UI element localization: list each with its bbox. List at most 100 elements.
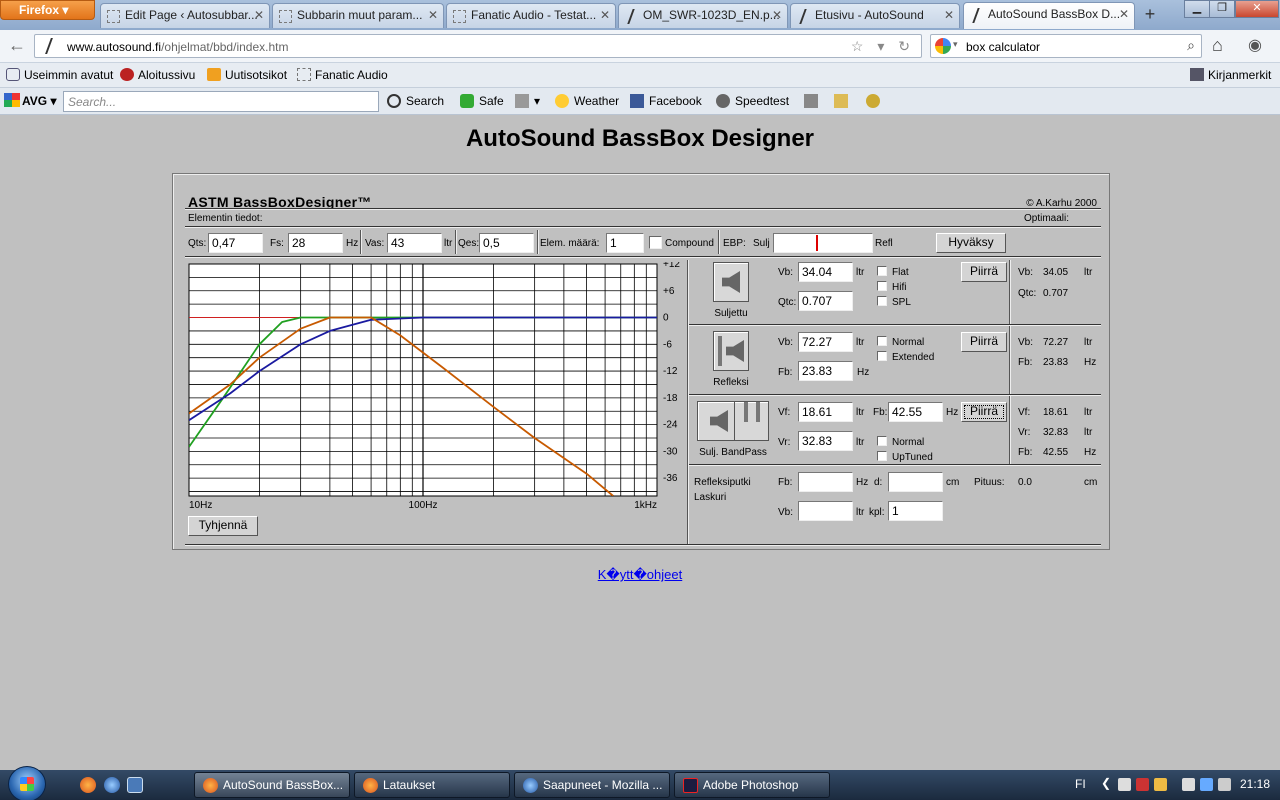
calculator-icon[interactable]: [804, 94, 823, 108]
compound-checkbox[interactable]: [649, 236, 662, 249]
google-icon[interactable]: [935, 38, 951, 54]
close-icon[interactable]: ✕: [772, 8, 782, 22]
close-icon[interactable]: ✕: [254, 8, 264, 22]
close-icon[interactable]: ✕: [428, 8, 438, 22]
avg-safe-button[interactable]: Safe: [460, 94, 504, 108]
home-icon[interactable]: ⌂: [1212, 35, 1223, 56]
bookmark-aloitussivu[interactable]: Aloitussivu: [120, 68, 195, 82]
flat-label: Flat: [892, 267, 909, 278]
avg-logo[interactable]: AVG ▾: [4, 93, 56, 108]
reflex-vb-input[interactable]: 72.27: [798, 332, 853, 352]
tab-subbarin[interactable]: Subbarin muut param... ✕: [272, 3, 444, 28]
spl-checkbox[interactable]: [877, 296, 887, 306]
tab-fanatic-audio[interactable]: Fanatic Audio - Testat... ✕: [446, 3, 616, 28]
show-desktop-icon[interactable]: [127, 777, 143, 793]
network-icon[interactable]: [1154, 778, 1167, 791]
avg-search-button[interactable]: Search: [387, 94, 444, 108]
hifi-checkbox[interactable]: [877, 281, 887, 291]
weather-button[interactable]: Weather: [555, 94, 619, 108]
tab-edit-page[interactable]: Edit Page ‹ Autosubbar... ✕: [100, 3, 270, 28]
site-identity-icon[interactable]: [41, 38, 57, 54]
maximize-button[interactable]: ❐: [1209, 0, 1235, 18]
tray-app-icon[interactable]: [1182, 778, 1195, 791]
bandpass-vf-unit: ltr: [856, 407, 865, 418]
task-photoshop[interactable]: Adobe Photoshop: [674, 772, 830, 798]
task-autosound[interactable]: AutoSound BassBox...: [194, 772, 350, 798]
monitor-icon[interactable]: [1200, 778, 1213, 791]
thunderbird-icon[interactable]: [104, 777, 120, 793]
url-text[interactable]: www.autosound.fi/ohjelmat/bbd/index.htm: [67, 40, 288, 54]
back-arrow-icon[interactable]: ←: [4, 34, 30, 58]
draw-reflex-button[interactable]: Piirrä: [961, 332, 1007, 352]
closed-vb-input[interactable]: 34.04: [798, 262, 853, 282]
clock[interactable]: 21:18: [1240, 777, 1270, 791]
task-lataukset[interactable]: Lataukset: [354, 772, 510, 798]
bandpass-vr-input[interactable]: 32.83: [798, 431, 853, 451]
bookmarks-menu[interactable]: Kirjanmerkit: [1190, 68, 1271, 82]
bandpass-normal-checkbox[interactable]: [877, 436, 887, 446]
chevron-down-icon[interactable]: ▾: [953, 39, 958, 50]
accept-button[interactable]: Hyväksy: [936, 233, 1006, 253]
tray-expand-icon[interactable]: ❮: [1101, 776, 1111, 790]
firefox-icon[interactable]: [80, 777, 96, 793]
tray-app-icon[interactable]: [1118, 778, 1131, 791]
draw-closed-button[interactable]: Piirrä: [961, 262, 1007, 282]
tray-app-icon[interactable]: [1136, 778, 1149, 791]
qes-label: Qes:: [458, 238, 480, 249]
tab-bassbox-active[interactable]: AutoSound BassBox D... ✕: [963, 2, 1135, 29]
language-indicator[interactable]: FI: [1075, 777, 1086, 791]
flat-checkbox[interactable]: [877, 266, 887, 276]
bandpass-vf-input[interactable]: 18.61: [798, 402, 853, 422]
qes-input[interactable]: 0,5: [479, 233, 534, 253]
search-bar[interactable]: ▾ box calculator ⌕: [930, 34, 1202, 58]
closed-qtc-input[interactable]: 0.707: [798, 291, 853, 311]
trash-button[interactable]: ▾: [515, 94, 540, 108]
notepad-icon[interactable]: [834, 94, 853, 108]
addon-icon[interactable]: ◉: [1248, 35, 1262, 55]
speedtest-button[interactable]: Speedtest: [716, 94, 789, 108]
bookmark-uutisotsikot[interactable]: Uutisotsikot: [207, 68, 287, 82]
fs-input[interactable]: 28: [288, 233, 343, 253]
tab-pdf[interactable]: OM_SWR-1023D_EN.p... ✕: [618, 3, 788, 28]
photoshop-icon: [683, 778, 698, 793]
reflex-normal-checkbox[interactable]: [877, 336, 887, 346]
close-icon[interactable]: ✕: [944, 8, 954, 22]
uptuned-checkbox[interactable]: [877, 451, 887, 461]
start-button[interactable]: [8, 766, 46, 800]
port-count-input[interactable]: 1: [888, 501, 943, 521]
divider: [360, 230, 361, 254]
reflex-fb-input[interactable]: 23.83: [798, 361, 853, 381]
task-saapuneet[interactable]: Saapuneet - Mozilla ...: [514, 772, 670, 798]
url-bar[interactable]: www.autosound.fi/ohjelmat/bbd/index.htm …: [34, 34, 922, 58]
firefox-menu-button[interactable]: Firefox ▾: [0, 0, 95, 20]
extended-checkbox[interactable]: [877, 351, 887, 361]
tab-strip: Firefox ▾ Edit Page ‹ Autosubbar... ✕ Su…: [0, 0, 1280, 30]
tab-etusivu[interactable]: Etusivu - AutoSound ✕: [790, 3, 960, 28]
bookmark-most-visited[interactable]: Useimmin avatut: [6, 68, 113, 82]
port-fb-input[interactable]: [798, 472, 853, 492]
bookmark-fanatic-audio[interactable]: Fanatic Audio: [297, 68, 388, 82]
search-input[interactable]: box calculator: [966, 40, 1040, 54]
user-guide-link[interactable]: K�ytt�ohjeet: [0, 567, 1280, 583]
port-d-input[interactable]: [888, 472, 943, 492]
minimize-button[interactable]: ▁: [1184, 0, 1210, 18]
close-icon[interactable]: ✕: [1119, 7, 1129, 21]
draw-bandpass-button[interactable]: Piirrä: [961, 402, 1007, 422]
search-icon[interactable]: ⌕: [1187, 37, 1195, 54]
avg-search-input[interactable]: Search...: [63, 91, 379, 112]
close-window-button[interactable]: ✕: [1235, 0, 1279, 18]
magnifier-icon[interactable]: [866, 94, 885, 108]
elem-count-input[interactable]: 1: [606, 233, 644, 253]
weather-icon: [555, 94, 569, 108]
vas-input[interactable]: 43: [387, 233, 442, 253]
facebook-button[interactable]: Facebook: [630, 94, 702, 108]
clear-button[interactable]: Tyhjennä: [188, 516, 258, 536]
new-tab-button[interactable]: +: [1138, 4, 1162, 26]
port-vb-input[interactable]: [798, 501, 853, 521]
bookmark-star-icon[interactable]: ☆ ▾ ↻: [851, 38, 915, 55]
speaker-icon[interactable]: [1218, 778, 1231, 791]
close-icon[interactable]: ✕: [600, 8, 610, 22]
bandpass-fb-input[interactable]: 42.55: [888, 402, 943, 422]
qts-input[interactable]: 0,47: [208, 233, 263, 253]
divider: [185, 208, 1101, 210]
